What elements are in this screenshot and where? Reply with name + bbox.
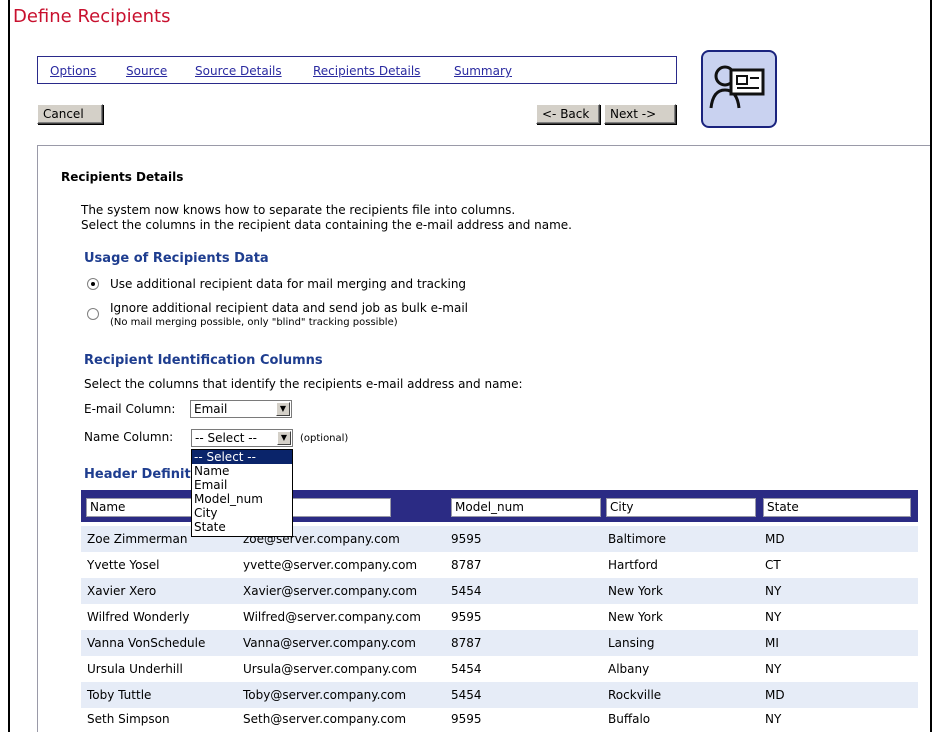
usage-section-title: Usage of Recipients Data (84, 251, 269, 266)
table-row: Seth Simpson Seth@server.company.com 959… (81, 706, 918, 732)
cell-email: yvette@server.company.com (243, 558, 418, 572)
cell-model-num: 9595 (451, 532, 482, 546)
table-row: Wilfred Wonderly Wilfred@server.company.… (81, 604, 918, 630)
cell-email: Ursula@server.company.com (243, 662, 417, 676)
bulk-option-note: (No mail merging possible, only "blind" … (110, 317, 398, 328)
merge-option-label: Use additional recipient data for mail m… (110, 277, 467, 291)
cell-state: CT (765, 558, 781, 572)
chevron-down-icon: ▼ (277, 431, 291, 445)
cell-model-num: 5454 (451, 688, 482, 702)
dropdown-option[interactable]: City (192, 506, 292, 520)
tab-source[interactable]: Source (126, 64, 167, 78)
back-button[interactable]: <- Back (536, 104, 600, 124)
description-line-1: The system now knows how to separate the… (81, 203, 516, 217)
email-column-label: E-mail Column: (84, 402, 176, 416)
cell-email: Seth@server.company.com (243, 712, 407, 726)
email-column-value: Email (194, 402, 228, 416)
cell-email: Vanna@server.company.com (243, 636, 416, 650)
cell-state: MD (765, 532, 785, 546)
table-row: Xavier Xero Xavier@server.company.com 54… (81, 578, 918, 604)
cell-model-num: 5454 (451, 584, 482, 598)
name-column-dropdown-list[interactable]: -- Select -- Name Email Model_num City S… (191, 449, 293, 537)
wizard-tab-bar: Options Source Source Details Recipients… (37, 56, 677, 84)
identification-section-title: Recipient Identification Columns (84, 353, 323, 368)
cell-city: Hartford (608, 558, 658, 572)
name-column-value: -- Select -- (195, 431, 257, 445)
window-border-left (8, 0, 10, 732)
cell-model-num: 9595 (451, 712, 482, 726)
dropdown-option[interactable]: Model_num (192, 492, 292, 506)
email-column-select[interactable]: Email ▼ (190, 400, 292, 418)
header-field-city[interactable]: City (606, 498, 756, 517)
cell-city: New York (608, 610, 663, 624)
window-border-right (930, 0, 932, 732)
cell-state: MD (765, 688, 785, 702)
cell-city: Rockville (608, 688, 662, 702)
table-row: Ursula Underhill Ursula@server.company.c… (81, 656, 918, 682)
dropdown-option[interactable]: -- Select -- (192, 450, 292, 464)
cell-city: Buffalo (608, 712, 651, 726)
cell-name: Yvette Yosel (87, 558, 160, 572)
name-column-label: Name Column: (84, 430, 174, 444)
dropdown-option[interactable]: Email (192, 478, 292, 492)
section-heading: Recipients Details (61, 170, 184, 184)
table-row: Yvette Yosel yvette@server.company.com 8… (81, 552, 918, 578)
cell-state: NY (765, 662, 782, 676)
table-row: Toby Tuttle Toby@server.company.com 5454… (81, 682, 918, 708)
cell-name: Toby Tuttle (87, 688, 152, 702)
cell-name: Seth Simpson (87, 712, 170, 726)
bulk-radio[interactable] (87, 308, 99, 320)
cancel-button[interactable]: Cancel (37, 104, 103, 124)
optional-note: (optional) (300, 433, 349, 444)
cell-model-num: 8787 (451, 558, 482, 572)
cell-city: Albany (608, 662, 650, 676)
chevron-down-icon: ▼ (276, 402, 290, 416)
description-line-2: Select the columns in the recipient data… (81, 218, 572, 232)
cell-name: Xavier Xero (87, 584, 157, 598)
cell-email: Xavier@server.company.com (243, 584, 418, 598)
table-row: Vanna VonSchedule Vanna@server.company.c… (81, 630, 918, 656)
cell-city: Baltimore (608, 532, 667, 546)
cell-city: New York (608, 584, 663, 598)
tab-source-details[interactable]: Source Details (195, 64, 282, 78)
tab-summary[interactable]: Summary (454, 64, 512, 78)
cell-model-num: 8787 (451, 636, 482, 650)
dropdown-option[interactable]: Name (192, 464, 292, 478)
cell-name: Vanna VonSchedule (87, 636, 206, 650)
identification-description: Select the columns that identify the rec… (84, 377, 523, 391)
cell-name: Zoe Zimmerman (87, 532, 188, 546)
recipient-card-icon (701, 50, 777, 128)
cell-city: Lansing (608, 636, 655, 650)
cell-state: NY (765, 584, 782, 598)
bulk-option-label: Ignore additional recipient data and sen… (110, 301, 469, 315)
next-button[interactable]: Next -> (604, 104, 676, 124)
tab-recipients-details[interactable]: Recipients Details (313, 64, 420, 78)
cell-name: Wilfred Wonderly (87, 610, 190, 624)
header-field-state[interactable]: State (763, 498, 911, 517)
name-column-select[interactable]: -- Select -- ▼ (191, 429, 293, 447)
tab-options[interactable]: Options (50, 64, 96, 78)
cell-email: Wilfred@server.company.com (243, 610, 421, 624)
dropdown-option[interactable]: State (192, 520, 292, 534)
cell-state: NY (765, 712, 782, 726)
cell-state: MI (765, 636, 779, 650)
cell-model-num: 5454 (451, 662, 482, 676)
cell-email: Toby@server.company.com (243, 688, 407, 702)
cell-name: Ursula Underhill (87, 662, 183, 676)
merge-radio[interactable] (87, 278, 99, 290)
cell-state: NY (765, 610, 782, 624)
page-title: Define Recipients (13, 6, 171, 27)
cell-model-num: 9595 (451, 610, 482, 624)
header-field-model-num[interactable]: Model_num (451, 498, 601, 517)
